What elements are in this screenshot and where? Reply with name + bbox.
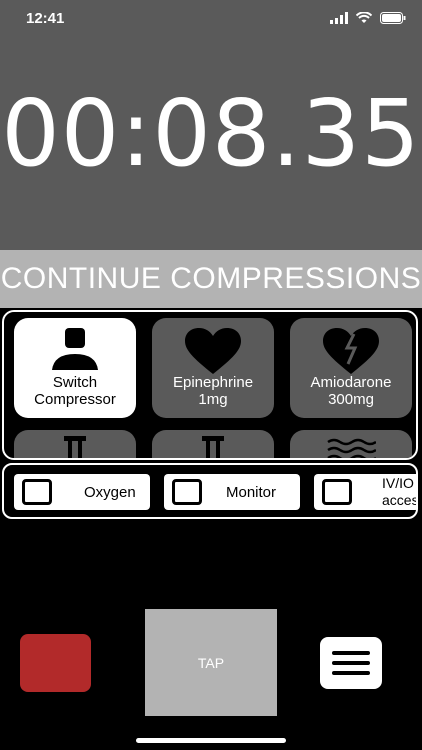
action-tiles-panel[interactable]: Switch Compressor Epinephrine 1mg Amioda… [2, 310, 418, 460]
checklist-label: IV/IO access [382, 475, 418, 508]
status-icons [330, 12, 406, 24]
tile-label-line1: Amiodarone [310, 374, 392, 391]
stop-button[interactable] [20, 634, 91, 692]
wave-icon [327, 438, 376, 458]
tile-label-line2: Compressor [34, 391, 116, 408]
tile-label-line1: Switch [52, 374, 98, 391]
switch-compressor-button[interactable]: Switch Compressor [14, 318, 136, 418]
status-time: 12:41 [26, 10, 65, 27]
syringe-icon [64, 436, 86, 458]
checklist-item-iv-access[interactable]: IV/IO access [314, 474, 418, 510]
menu-icon [332, 651, 370, 655]
heart-icon [185, 328, 241, 374]
syringe-tile[interactable] [152, 430, 274, 458]
checklist-item-monitor[interactable]: Monitor [164, 474, 300, 510]
checklist-item-oxygen[interactable]: Oxygen [14, 474, 150, 510]
tap-button[interactable]: TAP [145, 609, 277, 716]
wave-tile[interactable] [290, 430, 412, 458]
battery-icon [380, 12, 406, 24]
instruction-banner: CONTINUE COMPRESSIONS [0, 250, 422, 308]
checklist-panel[interactable]: Oxygen Monitor IV/IO access [2, 463, 418, 519]
tile-label-line2: 300mg [328, 391, 374, 408]
wifi-icon [356, 12, 372, 23]
checklist-label: Oxygen [84, 483, 136, 501]
amiodarone-button[interactable]: Amiodarone 300mg [290, 318, 412, 418]
tile-label-line1: Epinephrine [172, 374, 254, 391]
syringe-icon [202, 436, 224, 458]
timer-area: 12:41 00:08.35 [0, 0, 422, 250]
menu-button[interactable] [320, 637, 382, 689]
broken-heart-icon [323, 328, 379, 374]
checkbox[interactable] [322, 479, 352, 505]
checkbox[interactable] [22, 479, 52, 505]
checkbox[interactable] [172, 479, 202, 505]
syringe-tile[interactable] [14, 430, 136, 458]
person-icon [52, 328, 98, 370]
tile-label-line2: 1mg [198, 391, 228, 408]
home-indicator[interactable] [136, 738, 286, 743]
checklist-label: Monitor [226, 483, 277, 501]
epinephrine-button[interactable]: Epinephrine 1mg [152, 318, 274, 418]
elapsed-timer: 00:08.35 [1, 80, 421, 187]
signal-icon [330, 12, 348, 24]
